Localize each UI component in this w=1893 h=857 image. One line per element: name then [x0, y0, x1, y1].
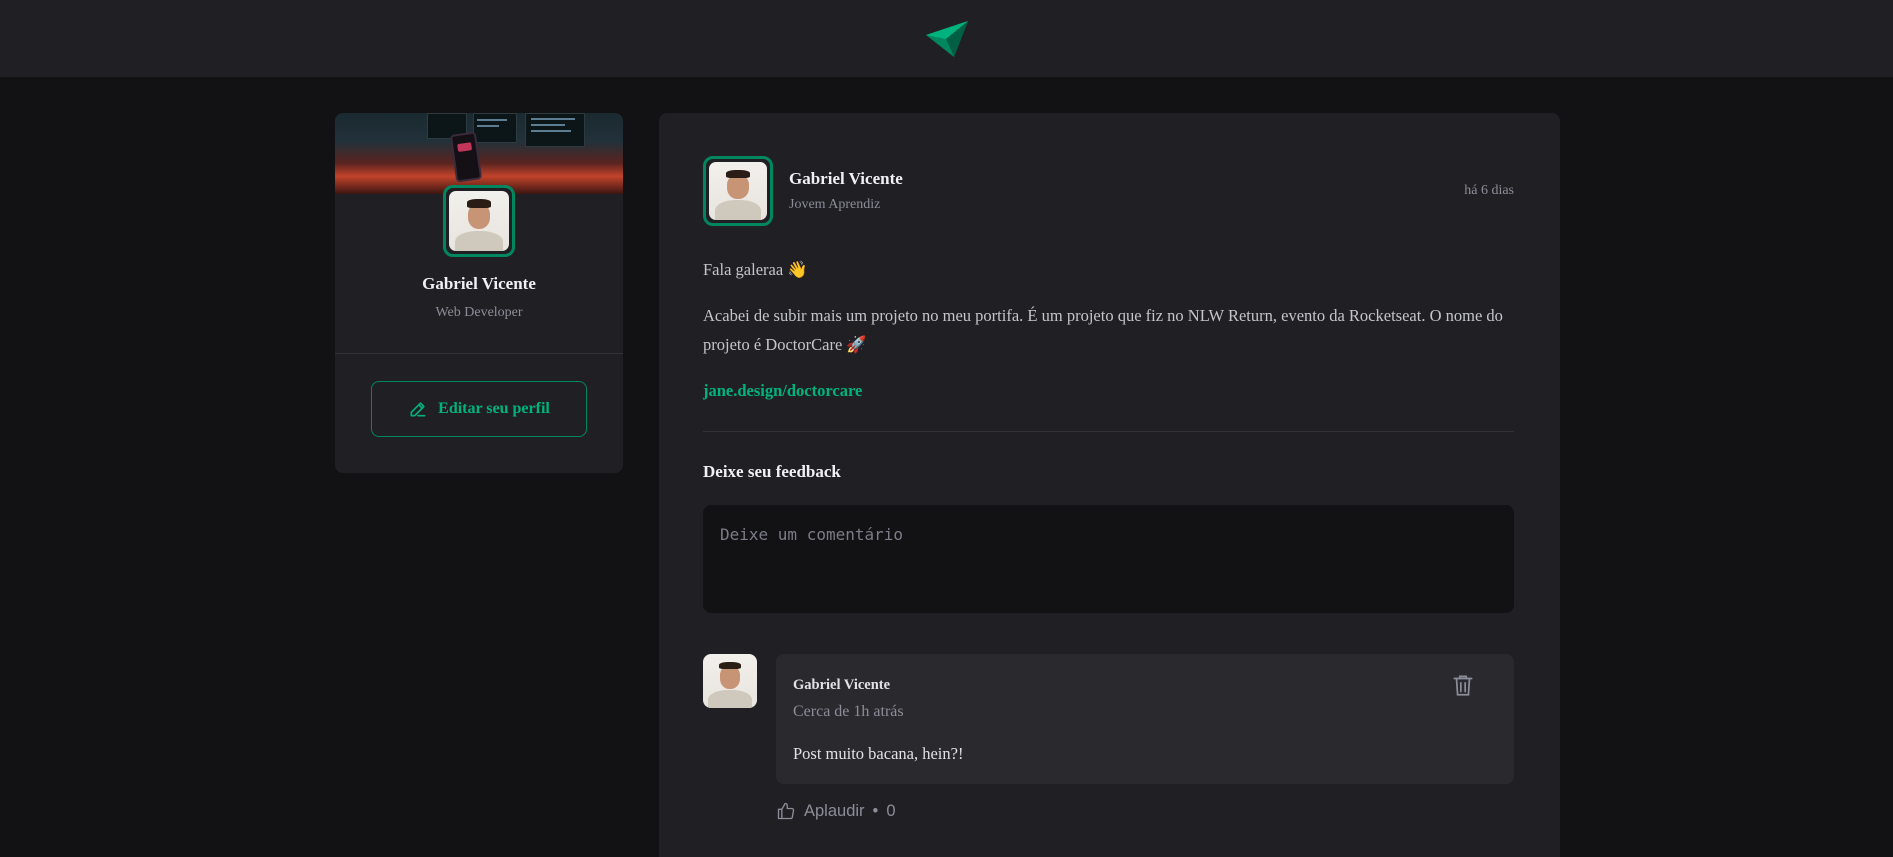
comment-text: Post muito bacana, hein?! — [793, 744, 964, 763]
post-paragraph: Acabei de subir mais um projeto no meu p… — [703, 306, 1503, 354]
pencil-line-icon — [410, 402, 426, 417]
paper-plane-logo-icon — [925, 20, 968, 57]
profile-name: Gabriel Vicente — [422, 274, 536, 293]
post-link[interactable]: jane.design/doctorcare — [703, 381, 862, 400]
profile-cover-image — [335, 113, 623, 194]
profile-sidebar: Gabriel Vicente Web Developer Editar seu… — [335, 113, 623, 473]
edit-profile-button[interactable]: Editar seu perfil — [371, 381, 587, 437]
edit-profile-label: Editar seu perfil — [438, 400, 550, 417]
applaud-button[interactable]: Aplaudir • 0 — [776, 801, 896, 821]
trash-icon[interactable] — [1450, 672, 1476, 698]
comment-author-name: Gabriel Vicente — [793, 677, 891, 693]
applaud-count: 0 — [886, 801, 896, 820]
post-timestamp: há 6 dias — [1464, 183, 1514, 198]
applaud-separator: • — [872, 801, 879, 820]
post-author-avatar[interactable] — [703, 156, 773, 226]
feedback-title: Deixe seu feedback — [703, 462, 841, 481]
post-author-name: Gabriel Vicente — [789, 169, 903, 188]
divider — [703, 431, 1514, 432]
post-content: Fala galeraa 👋 Acabei de subir mais um p… — [703, 255, 1515, 422]
comment-box: Gabriel Vicente Cerca de 1h atrás Post m… — [776, 654, 1514, 784]
applaud-label: Aplaudir — [804, 801, 865, 820]
comment-input[interactable] — [703, 505, 1514, 613]
post-card: Gabriel Vicente Jovem Aprendiz há 6 dias… — [659, 113, 1560, 857]
post-author-role: Jovem Aprendiz — [789, 197, 881, 212]
comment-author-avatar[interactable] — [703, 654, 757, 708]
top-header — [0, 0, 1893, 77]
divider — [335, 353, 623, 354]
thumbs-up-icon — [777, 802, 795, 820]
comment-timestamp: Cerca de 1h atrás — [793, 703, 904, 720]
post-paragraph: Fala galeraa 👋 — [703, 260, 808, 279]
profile-avatar[interactable] — [443, 185, 515, 257]
profile-role: Web Developer — [435, 305, 523, 320]
